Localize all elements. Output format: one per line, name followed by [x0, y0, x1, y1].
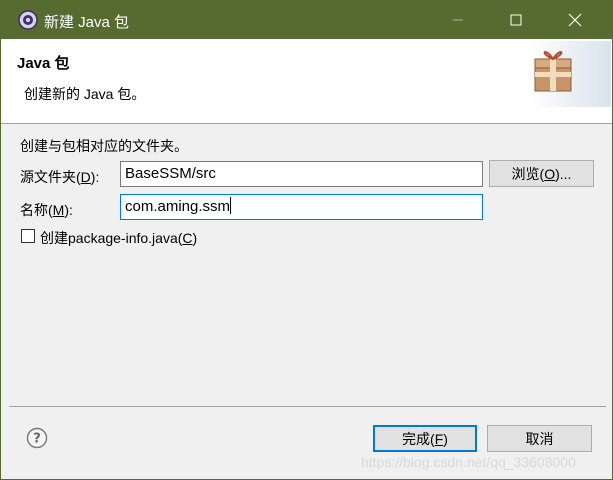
package-gift-icon	[529, 41, 611, 107]
wizard-header: Java 包 创建新的 Java 包。	[1, 39, 612, 124]
eclipse-gear-icon	[18, 10, 38, 30]
maximize-icon	[510, 14, 522, 26]
header-title: Java 包	[17, 55, 70, 72]
name-label: 名称(M):	[20, 202, 73, 218]
title-bar: 新建 Java 包	[1, 1, 612, 39]
svg-text:?: ?	[33, 432, 41, 447]
browse-button[interactable]: 浏览(O)...	[489, 160, 594, 187]
intro-text: 创建与包相对应的文件夹。	[20, 138, 188, 154]
window-title: 新建 Java 包	[44, 14, 130, 31]
watermark-text: https://blog.csdn.net/qq_33608000	[361, 454, 576, 470]
finish-button[interactable]: 完成(F)	[373, 425, 477, 452]
text-caret	[230, 197, 232, 214]
maximize-button[interactable]	[487, 1, 545, 39]
package-info-checkbox[interactable]	[21, 229, 35, 243]
minimize-icon	[453, 19, 463, 21]
close-button[interactable]	[546, 1, 604, 39]
cancel-button[interactable]: 取消	[487, 425, 592, 452]
wizard-content: 创建与包相对应的文件夹。 源文件夹(D): BaseSSM/src 浏览(O).…	[1, 124, 612, 407]
name-input[interactable]: com.aming.ssm	[120, 194, 483, 220]
footer-separator	[9, 406, 606, 407]
name-input-value: com.aming.ssm	[125, 198, 231, 215]
package-info-label[interactable]: 创建package-info.java(C)	[40, 228, 197, 248]
minimize-button[interactable]	[429, 1, 487, 39]
help-icon[interactable]: ?	[26, 427, 48, 449]
source-folder-label: 源文件夹(D):	[20, 169, 100, 185]
dialog-window: 新建 Java 包 Java 包 创建新的 Java 包。 创建与包相对应的文件…	[0, 0, 613, 480]
header-description: 创建新的 Java 包。	[24, 86, 146, 102]
source-folder-input[interactable]: BaseSSM/src	[120, 161, 483, 187]
close-icon	[568, 13, 582, 27]
